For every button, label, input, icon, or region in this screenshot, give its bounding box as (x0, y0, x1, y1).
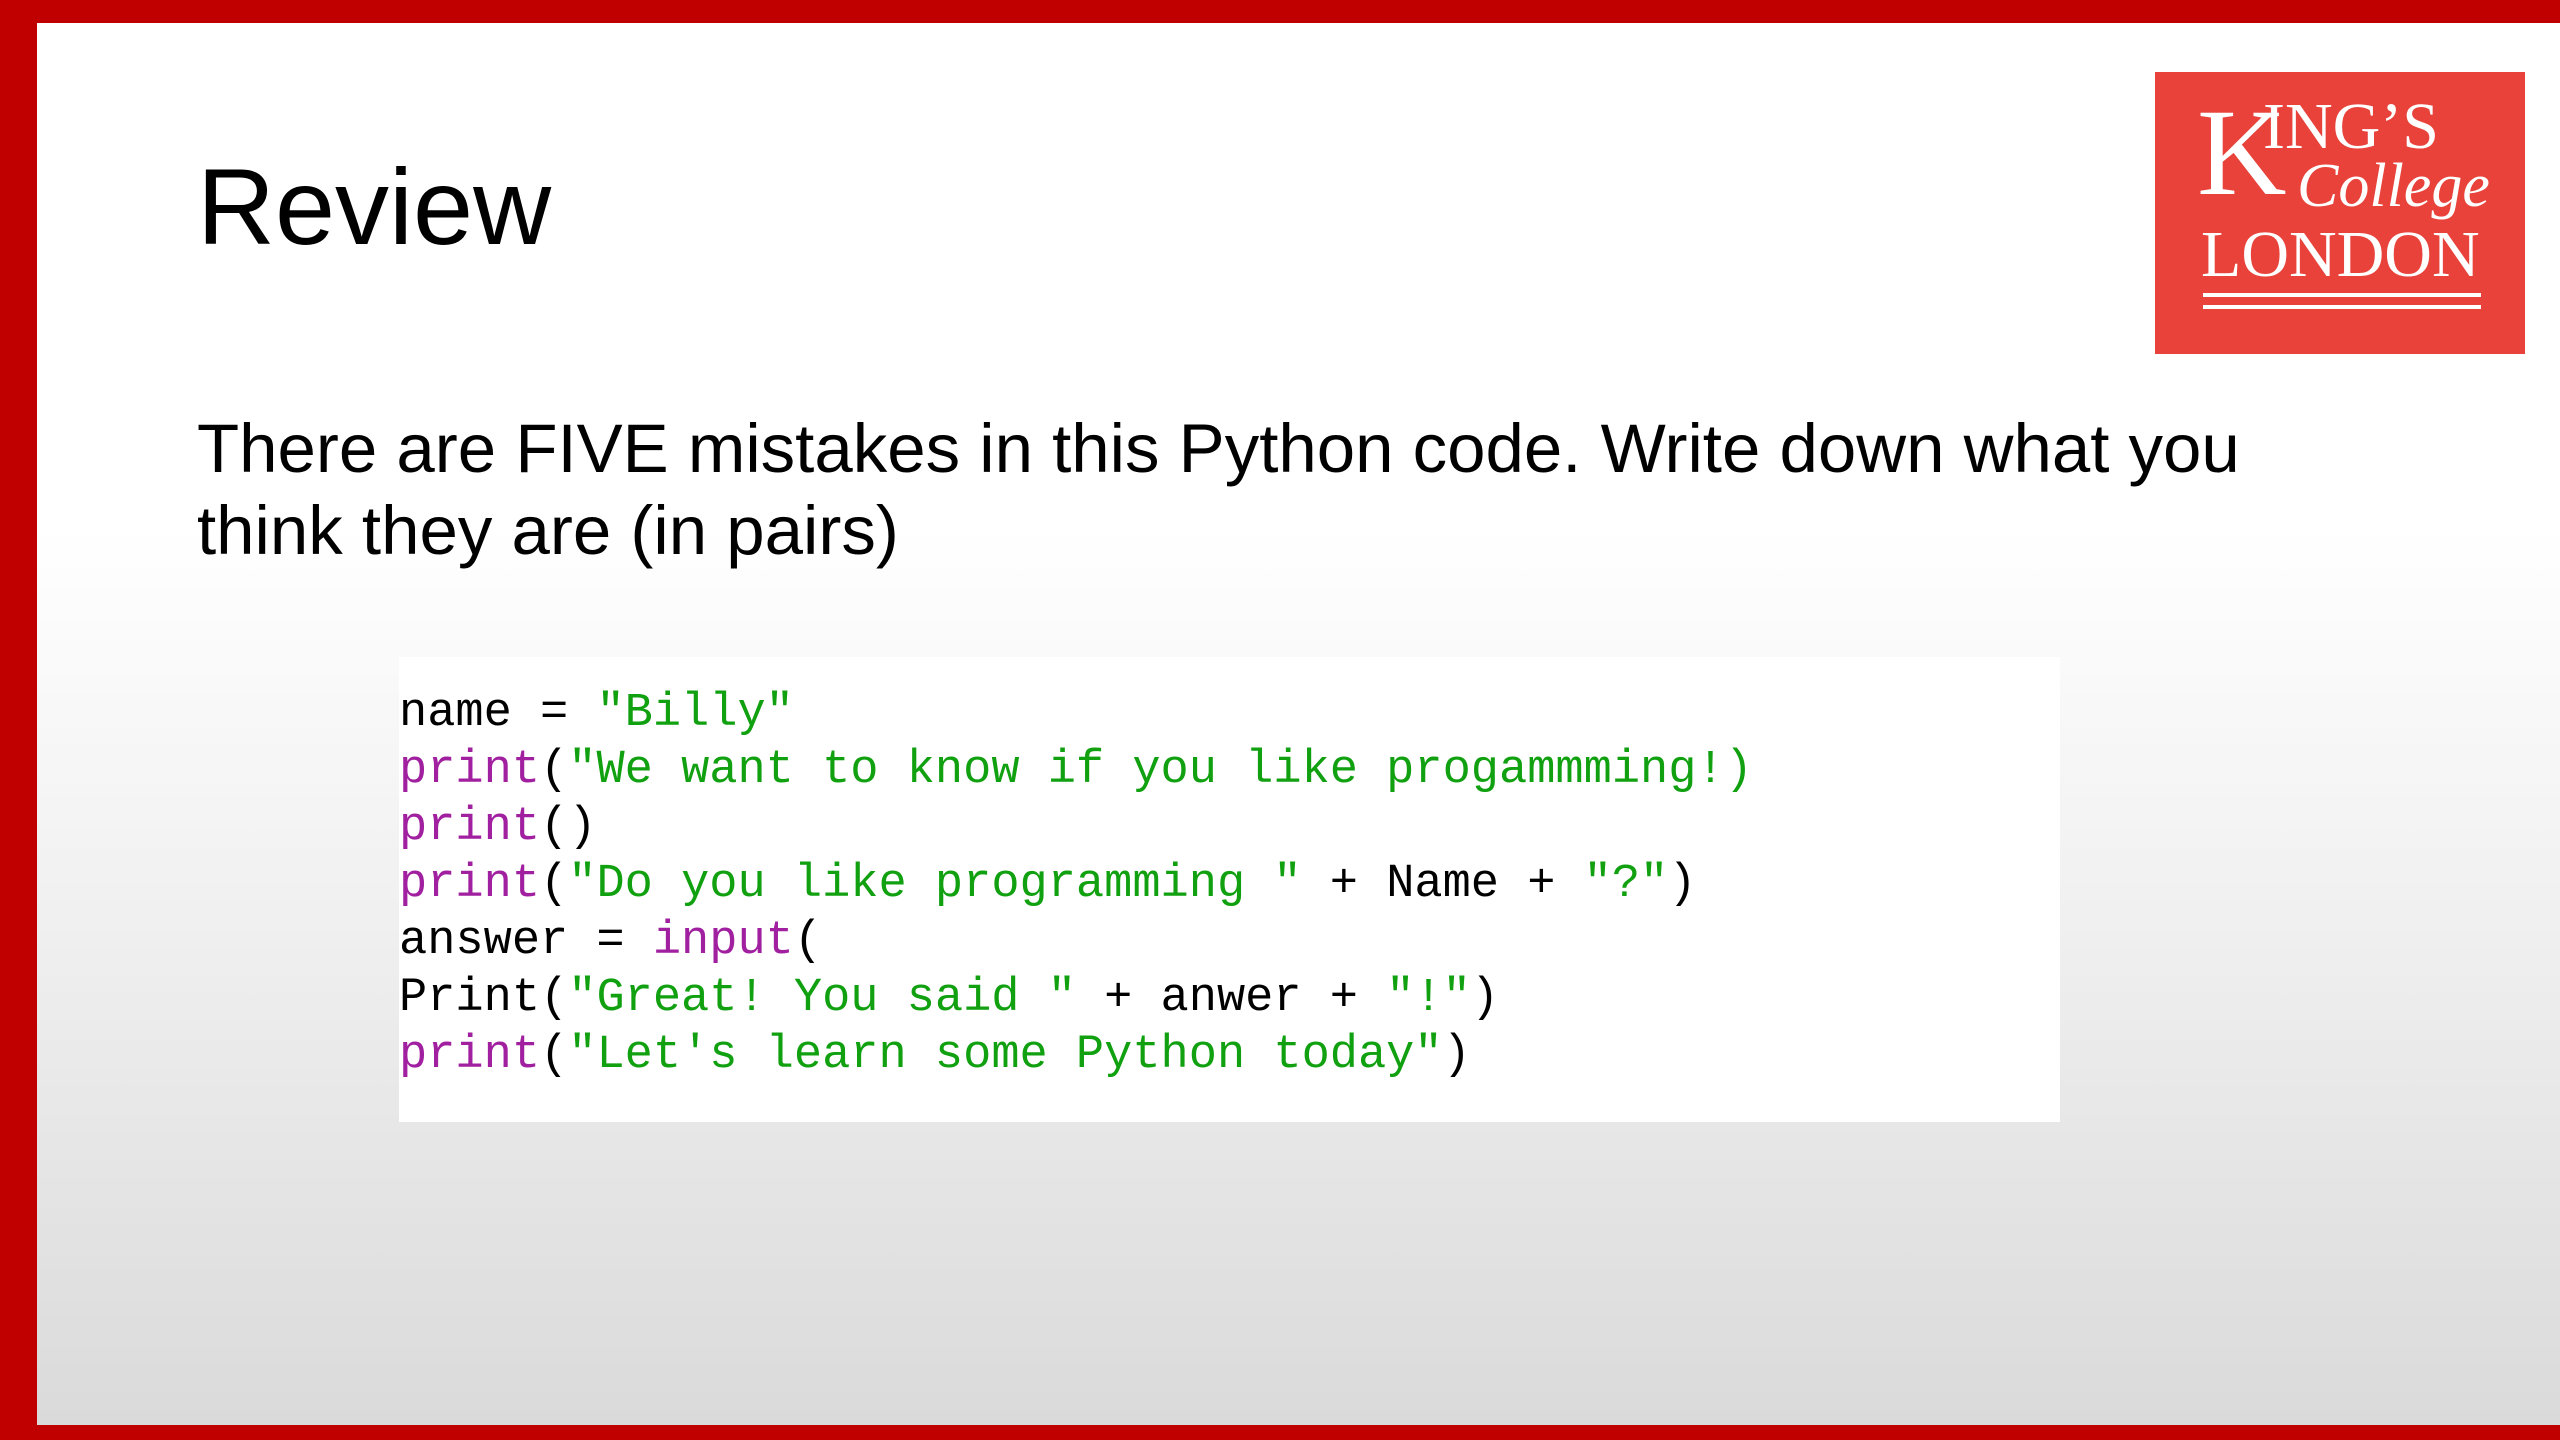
svg-text:College: College (2297, 152, 2490, 220)
slide-border: Review K ING’S College LONDON There are … (0, 0, 2560, 1440)
code-line: name = "Billy" (399, 687, 794, 740)
slide-title: Review (197, 146, 552, 267)
code-line: Print("Great! You said " + anwer + "!") (399, 972, 1500, 1025)
slide: Review K ING’S College LONDON There are … (37, 23, 2560, 1425)
svg-text:LONDON: LONDON (2201, 218, 2480, 291)
code-line: print("Do you like programming " + Name … (399, 858, 1697, 911)
instructions-text: There are FIVE mistakes in this Python c… (197, 410, 2240, 569)
code-line: print() (399, 801, 597, 854)
kings-college-london-logo: K ING’S College LONDON (2155, 72, 2525, 354)
code-line: answer = input( (399, 915, 823, 968)
code-block: name = "Billy" print("We want to know if… (399, 657, 2060, 1122)
code-line: print("Let's learn some Python today") (399, 1029, 1471, 1082)
code-line: print("We want to know if you like proga… (399, 744, 1753, 797)
